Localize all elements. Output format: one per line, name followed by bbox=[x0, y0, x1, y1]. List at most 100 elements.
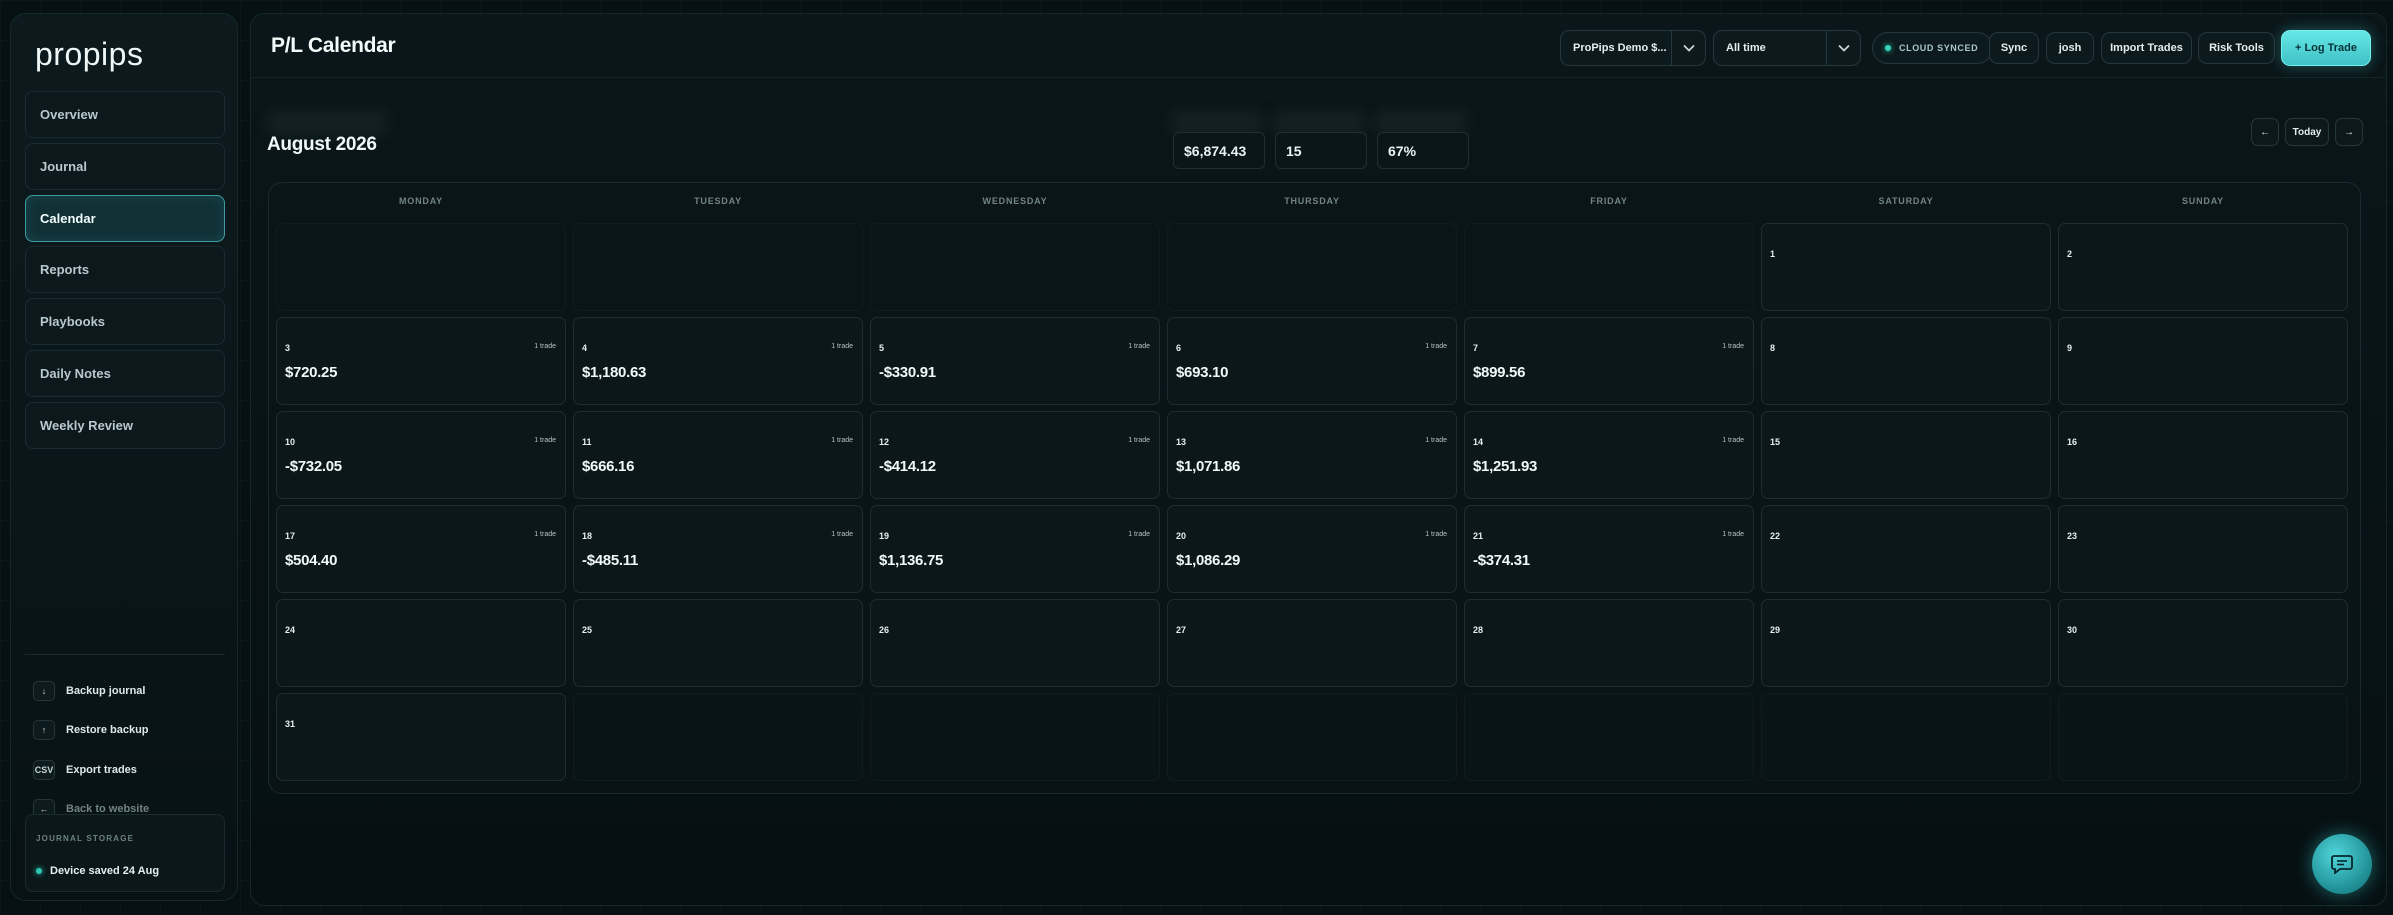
calendar-day-cell[interactable]: 8 bbox=[1761, 317, 2051, 405]
calendar-day-cell[interactable]: 30 bbox=[2058, 599, 2348, 687]
calendar-empty-cell bbox=[276, 223, 566, 311]
calendar-day-cell[interactable]: 11 1 trade $666.16 bbox=[573, 411, 863, 499]
day-number: 9 bbox=[2067, 343, 2073, 353]
day-number: 17 bbox=[285, 531, 296, 541]
sidebar-divider bbox=[25, 654, 225, 655]
day-pnl: -$374.31 bbox=[1473, 552, 1530, 569]
storage-status-text: Device saved 24 Aug bbox=[50, 865, 160, 877]
range-select[interactable]: All time bbox=[1713, 30, 1861, 66]
main-panel: P/L Calendar ProPips Demo $... All time … bbox=[250, 13, 2387, 906]
calendar-day-cell[interactable]: 13 1 trade $1,071.86 bbox=[1167, 411, 1457, 499]
day-number: 31 bbox=[285, 719, 296, 729]
weekday-header: THURSDAY bbox=[1284, 196, 1340, 206]
day-number: 12 bbox=[879, 437, 890, 447]
export-trades-label: Export trades bbox=[66, 763, 137, 776]
calendar-day-cell[interactable]: 31 bbox=[276, 693, 566, 781]
calendar-day-cell[interactable]: 25 bbox=[573, 599, 863, 687]
day-number: 27 bbox=[1176, 625, 1187, 635]
day-number: 19 bbox=[879, 531, 890, 541]
account-select[interactable]: ProPips Demo $... bbox=[1560, 30, 1706, 66]
trade-count: 1 trade bbox=[1128, 531, 1150, 538]
day-number: 26 bbox=[879, 625, 890, 635]
day-number: 2 bbox=[2067, 249, 2073, 259]
calendar-day-cell[interactable]: 21 1 trade -$374.31 bbox=[1464, 505, 1754, 593]
day-number: 11 bbox=[582, 437, 592, 447]
calendar-day-cell[interactable]: 29 bbox=[1761, 599, 2051, 687]
calendar-day-cell[interactable]: 4 1 trade $1,180.63 bbox=[573, 317, 863, 405]
csv-icon: CSV bbox=[33, 759, 55, 780]
sidebar-item-calendar[interactable]: Calendar bbox=[25, 194, 225, 242]
calendar-day-cell[interactable]: 19 1 trade $1,136.75 bbox=[870, 505, 1160, 593]
download-icon: ↓ bbox=[33, 680, 55, 701]
backup-journal-label: Backup journal bbox=[66, 684, 146, 697]
restore-backup-button[interactable]: ↑ Restore backup bbox=[33, 711, 233, 751]
calendar-day-cell[interactable]: 26 bbox=[870, 599, 1160, 687]
calendar-day-cell[interactable]: 24 bbox=[276, 599, 566, 687]
status-dot-icon bbox=[36, 868, 42, 874]
sidebar-item-playbooks[interactable]: Playbooks bbox=[25, 298, 225, 346]
calendar-day-cell[interactable]: 20 1 trade $1,086.29 bbox=[1167, 505, 1457, 593]
trade-count: 1 trade bbox=[534, 437, 556, 444]
sidebar-item-overview[interactable]: Overview bbox=[25, 91, 225, 138]
sidebar-actions: ↓ Backup journal ↑ Restore backup CSV Ex… bbox=[33, 671, 233, 829]
calendar-day-cell[interactable]: 9 bbox=[2058, 317, 2348, 405]
day-pnl: -$330.91 bbox=[879, 364, 936, 381]
sidebar-item-journal[interactable]: Journal bbox=[25, 142, 225, 190]
calendar-day-cell[interactable]: 15 bbox=[1761, 411, 2051, 499]
trade-count: 1 trade bbox=[831, 437, 853, 444]
weekday-header: MONDAY bbox=[399, 196, 443, 206]
calendar-day-cell[interactable]: 7 1 trade $899.56 bbox=[1464, 317, 1754, 405]
prev-month-button[interactable]: ← bbox=[2251, 118, 2279, 146]
calendar-day-cell[interactable]: 22 bbox=[1761, 505, 2051, 593]
calendar-day-cell[interactable]: 1 bbox=[1761, 223, 2051, 311]
day-pnl: $720.25 bbox=[285, 364, 338, 381]
day-number: 1 bbox=[1770, 249, 1776, 259]
calendar-day-cell[interactable]: 17 1 trade $504.40 bbox=[276, 505, 566, 593]
chat-bubble-icon bbox=[2331, 855, 2353, 874]
log-trade-button[interactable]: + Log Trade bbox=[2281, 30, 2371, 66]
trade-count: 1 trade bbox=[1425, 343, 1447, 350]
sidebar-item-daily-notes[interactable]: Daily Notes bbox=[25, 349, 225, 397]
calendar-day-cell[interactable]: 16 bbox=[2058, 411, 2348, 499]
day-pnl: $1,086.29 bbox=[1176, 552, 1241, 569]
day-pnl: -$732.05 bbox=[285, 458, 342, 475]
calendar-day-cell[interactable]: 28 bbox=[1464, 599, 1754, 687]
day-pnl: $666.16 bbox=[582, 458, 635, 475]
import-trades-button[interactable]: Import Trades bbox=[2101, 32, 2192, 64]
calendar-day-cell[interactable]: 10 1 trade -$732.05 bbox=[276, 411, 566, 499]
calendar-day-cell[interactable]: 5 1 trade -$330.91 bbox=[870, 317, 1160, 405]
storage-label: JOURNAL STORAGE bbox=[36, 834, 135, 843]
day-number: 21 bbox=[1473, 531, 1484, 541]
weekday-header: SUNDAY bbox=[2182, 196, 2224, 206]
calendar-empty-cell bbox=[1464, 223, 1754, 311]
calendar-day-cell[interactable]: 2 bbox=[2058, 223, 2348, 311]
chevron-down-icon bbox=[1826, 31, 1860, 65]
sync-button[interactable]: Sync bbox=[1989, 32, 2039, 64]
backup-journal-button[interactable]: ↓ Backup journal bbox=[33, 671, 233, 711]
sidebar-item-weekly-review[interactable]: Weekly Review bbox=[25, 401, 225, 449]
today-button[interactable]: Today bbox=[2285, 118, 2329, 146]
next-month-button[interactable]: → bbox=[2335, 118, 2363, 146]
calendar-day-cell[interactable]: 14 1 trade $1,251.93 bbox=[1464, 411, 1754, 499]
day-number: 30 bbox=[2067, 625, 2078, 635]
chat-button[interactable] bbox=[2312, 834, 2372, 894]
calendar-day-cell[interactable]: 27 bbox=[1167, 599, 1457, 687]
calendar-empty-cell bbox=[1464, 693, 1754, 781]
day-pnl: $693.10 bbox=[1176, 364, 1229, 381]
day-number: 8 bbox=[1770, 343, 1776, 353]
trade-count: 1 trade bbox=[1722, 531, 1744, 538]
calendar-day-cell[interactable]: 23 bbox=[2058, 505, 2348, 593]
sidebar: propips Overview Journal Calendar Report… bbox=[10, 13, 238, 901]
weekday-header: FRIDAY bbox=[1590, 196, 1628, 206]
calendar-day-cell[interactable]: 12 1 trade -$414.12 bbox=[870, 411, 1160, 499]
calendar-day-cell[interactable]: 3 1 trade $720.25 bbox=[276, 317, 566, 405]
sidebar-item-reports[interactable]: Reports bbox=[25, 246, 225, 294]
trade-count: 1 trade bbox=[1128, 343, 1150, 350]
export-trades-button[interactable]: CSV Export trades bbox=[33, 750, 233, 790]
app-logo[interactable]: propips bbox=[35, 36, 143, 73]
user-button[interactable]: josh bbox=[2046, 32, 2094, 64]
risk-tools-button[interactable]: Risk Tools bbox=[2198, 32, 2275, 64]
day-number: 18 bbox=[582, 531, 593, 541]
calendar-day-cell[interactable]: 6 1 trade $693.10 bbox=[1167, 317, 1457, 405]
calendar-day-cell[interactable]: 18 1 trade -$485.11 bbox=[573, 505, 863, 593]
